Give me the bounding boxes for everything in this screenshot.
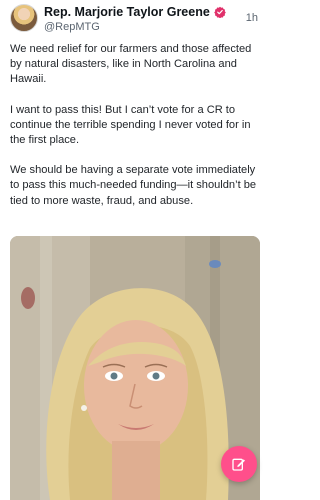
compose-button[interactable]	[221, 446, 257, 482]
author-name[interactable]: Rep. Marjorie Taylor Greene	[44, 5, 210, 19]
post-paragraph-3: We should be having a separate vote imme…	[10, 164, 257, 207]
post-timestamp[interactable]: 1h	[246, 12, 258, 24]
post-paragraph-1: We need relief for our farmers and those…	[10, 43, 252, 86]
avatar[interactable]	[10, 4, 38, 32]
post-paragraph-2: I want to pass this! But I can’t vote fo…	[10, 103, 251, 147]
author-handle[interactable]: @RepMTG	[44, 21, 100, 33]
post-text: We need relief for our farmers and those…	[10, 42, 260, 224]
author-row: Rep. Marjorie Taylor Greene	[44, 5, 226, 19]
edit-pencil-icon	[232, 458, 245, 471]
post-header: Rep. Marjorie Taylor Greene @RepMTG 1h	[10, 4, 260, 38]
verified-badge-icon	[213, 6, 226, 18]
